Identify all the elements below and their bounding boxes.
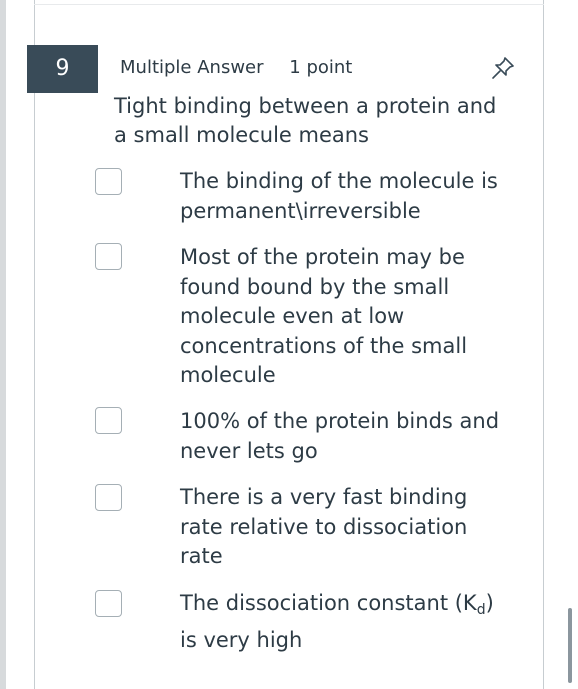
answer-subscript: d: [476, 602, 486, 618]
question-points: 1 point: [289, 57, 353, 78]
question-type: Multiple Answer: [120, 57, 264, 78]
pin-icon[interactable]: [490, 55, 516, 81]
answer-checkbox[interactable]: [95, 243, 122, 270]
question-meta: Multiple Answer 1 point: [120, 57, 352, 78]
answer-label: There is a very fast binding rate relati…: [180, 485, 468, 568]
answer-checkbox[interactable]: [95, 168, 122, 195]
answer-text-part: The dissociation constant (K: [180, 591, 477, 615]
answer-checkbox[interactable]: [95, 484, 122, 511]
left-rail: [0, 0, 6, 689]
answer-checkbox[interactable]: [95, 407, 122, 434]
answer-label: The dissociation constant (Kd) is very h…: [180, 589, 500, 655]
question-number-badge: 9: [27, 45, 98, 93]
question-prompt: Tight binding between a protein and a sm…: [114, 94, 497, 147]
answer-label: The binding of the molecule is permanent…: [180, 169, 498, 223]
card-divider: [34, 4, 544, 5]
quiz-frame: 9 Multiple Answer 1 point Tight binding …: [0, 0, 578, 689]
answer-label: 100% of the protein binds and never lets…: [180, 409, 500, 463]
answer-label: Most of the protein may be found bound b…: [180, 245, 468, 387]
answer-checkbox[interactable]: [95, 590, 122, 617]
scrollbar[interactable]: [568, 608, 572, 683]
